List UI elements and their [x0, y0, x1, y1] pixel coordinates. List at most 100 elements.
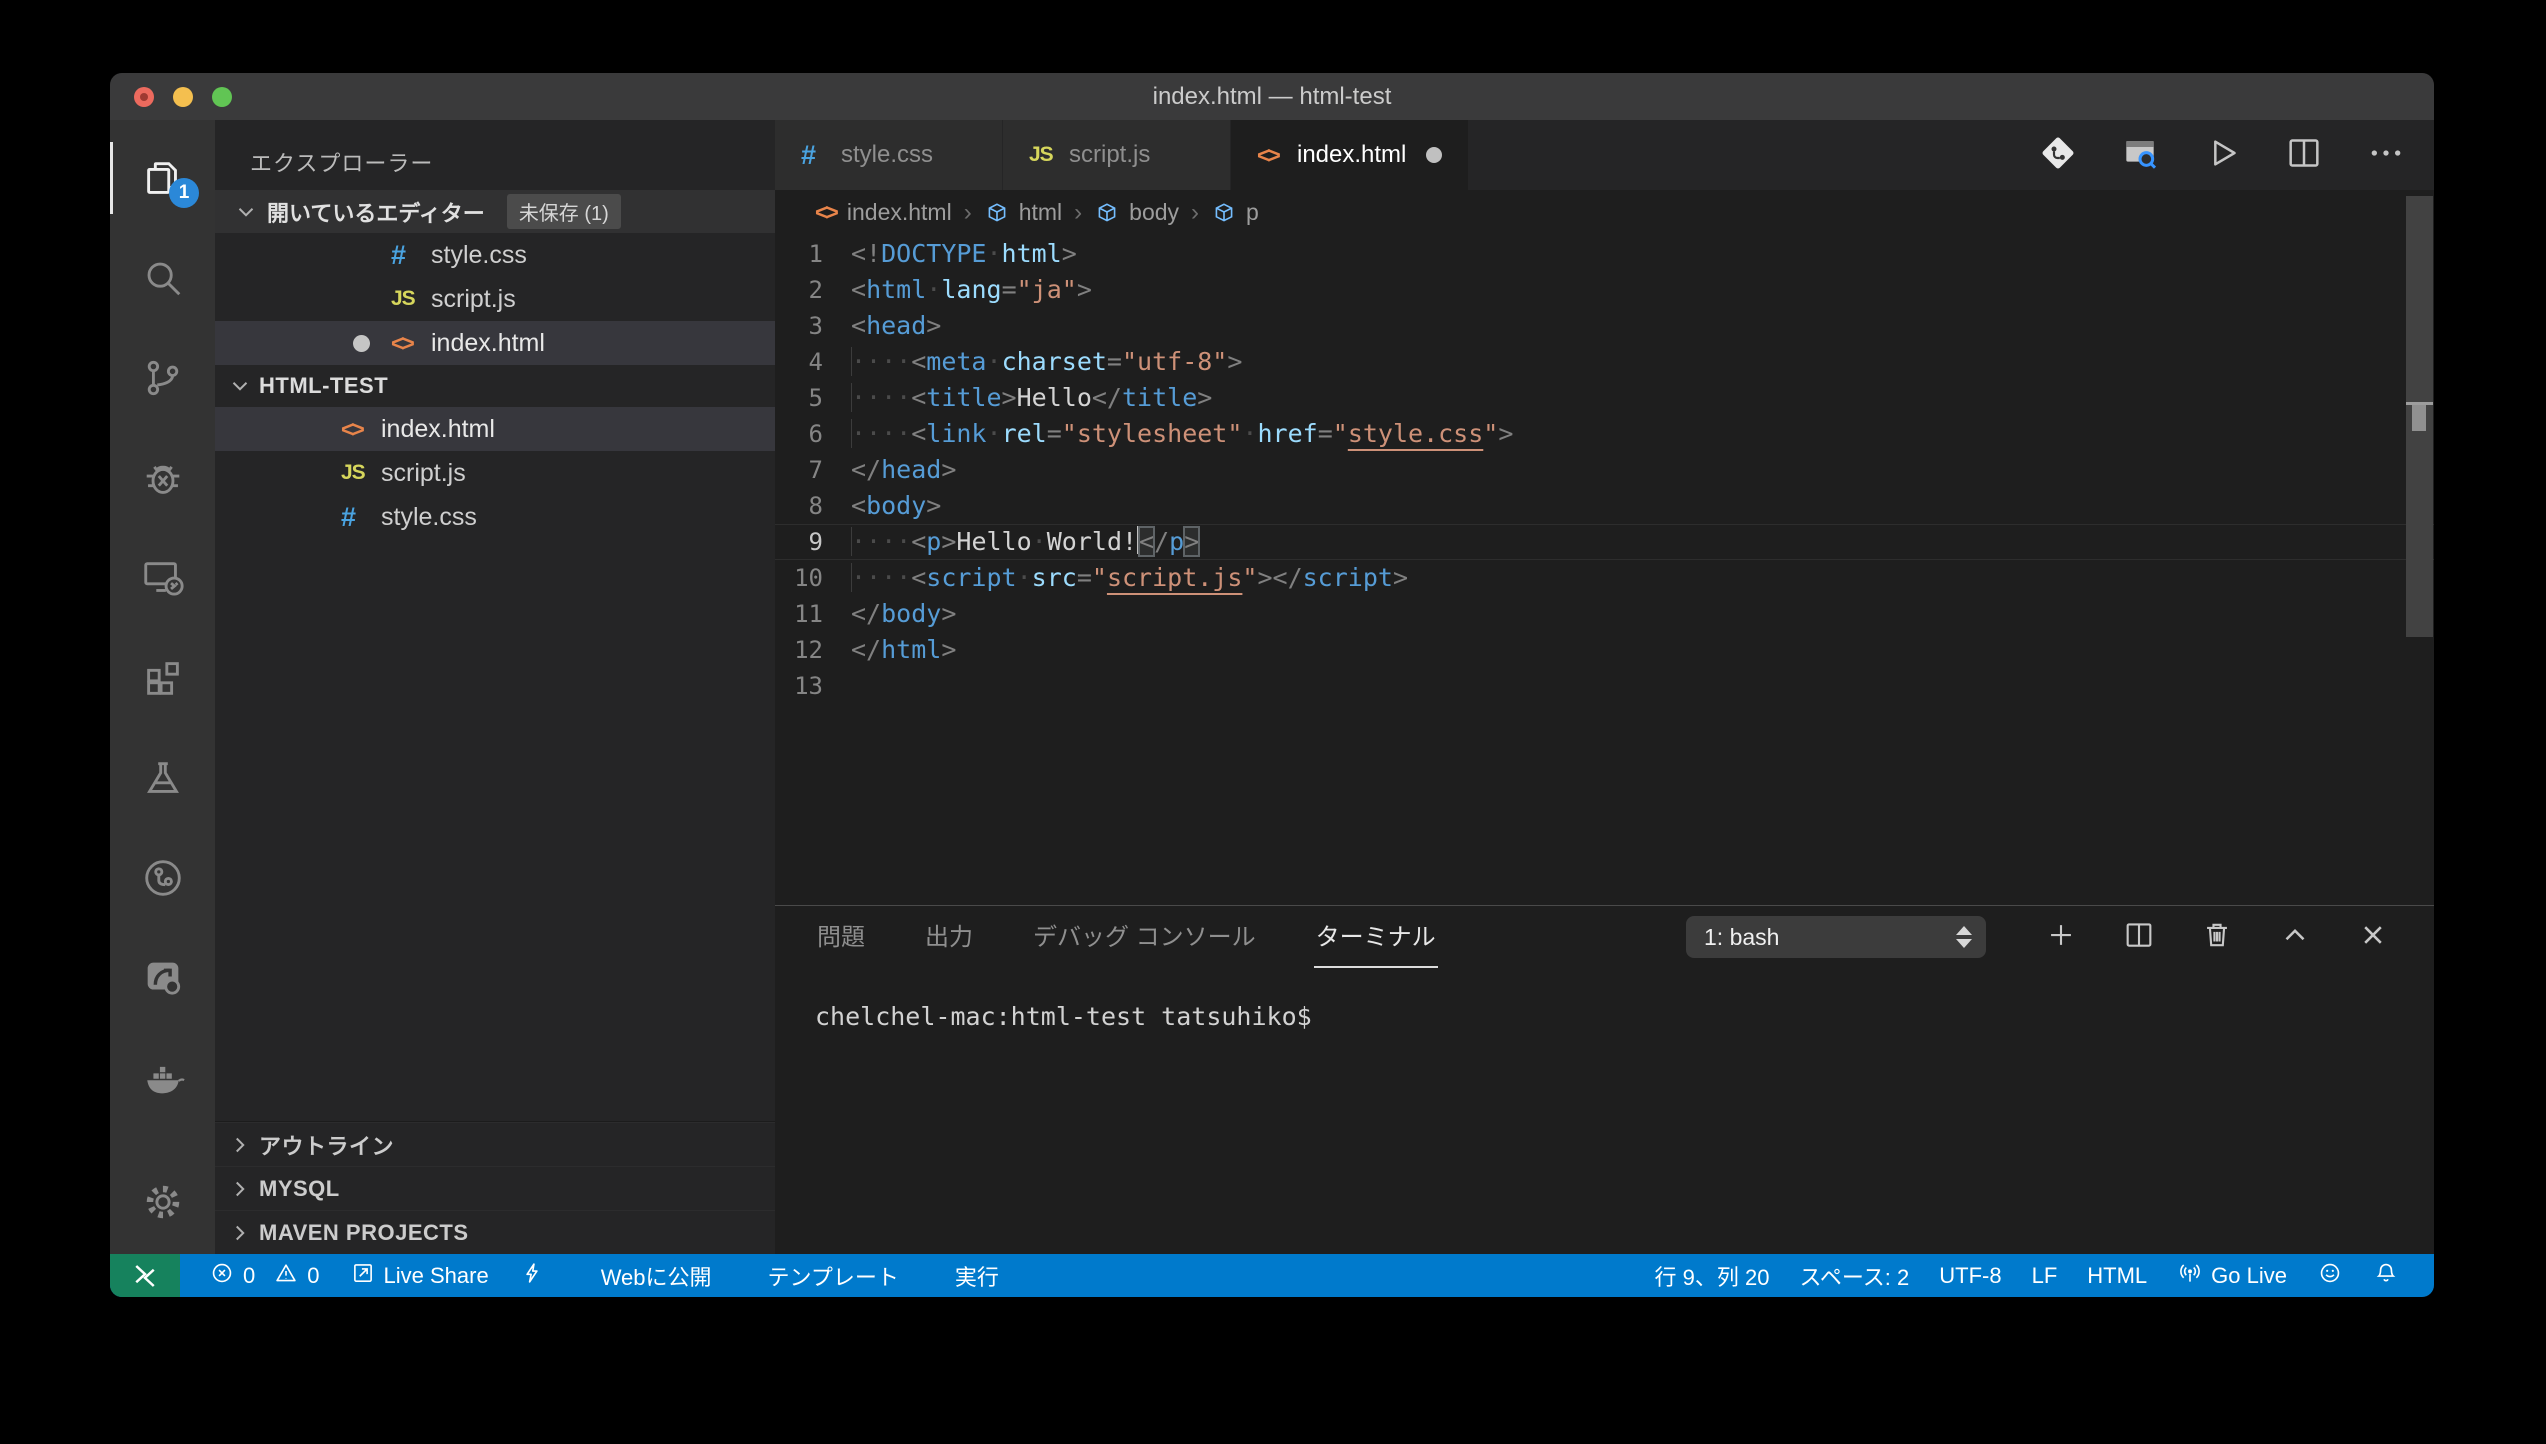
- status-label: Webに公開: [601, 1260, 712, 1292]
- git-compare-icon[interactable]: [2038, 133, 2078, 178]
- open-editor-item-index.html[interactable]: <>index.html: [215, 321, 775, 365]
- explorer-activity-icon[interactable]: 1: [110, 128, 215, 228]
- breadcrumb-item-html[interactable]: html: [984, 199, 1062, 226]
- open-editor-item-style.css[interactable]: #style.css: [215, 233, 775, 277]
- search-activity-icon[interactable]: [110, 228, 215, 328]
- new-terminal-icon[interactable]: [2044, 918, 2078, 957]
- html-file-icon: <>: [815, 199, 836, 226]
- css-file-icon: #: [341, 502, 381, 533]
- status-label: テンプレート: [768, 1260, 899, 1292]
- panel-tab-デバッグ コンソール[interactable]: デバッグ コンソール: [1031, 917, 1258, 968]
- debug-activity-icon[interactable]: [110, 428, 215, 528]
- file-name: style.css: [431, 241, 527, 270]
- status-label: スペース: 2: [1799, 1260, 1909, 1292]
- sidebar-title: エクスプローラー: [215, 120, 775, 190]
- breadcrumb-item-p[interactable]: p: [1211, 199, 1259, 226]
- line-number: 12: [775, 632, 851, 668]
- code-editor[interactable]: 1<!DOCTYPE·html>2<html·lang="ja">3<head>…: [775, 235, 2434, 905]
- html-file-icon: <>: [391, 330, 431, 357]
- js-file-icon: JS: [391, 287, 431, 311]
- sidebar-section-MAVEN PROJECTS[interactable]: MAVEN PROJECTS: [215, 1210, 775, 1254]
- file-name: index.html: [381, 415, 495, 444]
- publish-web-status[interactable]: Webに公開: [586, 1254, 727, 1297]
- kill-terminal-icon[interactable]: [2200, 918, 2234, 957]
- split-editor-icon[interactable]: [2284, 133, 2324, 178]
- breadcrumb-label: html: [1019, 199, 1062, 226]
- line-number: 1: [775, 236, 851, 272]
- file-item-script.js[interactable]: JSscript.js: [215, 451, 775, 495]
- chevron-down-icon: [233, 199, 259, 225]
- cursor-position[interactable]: 行 9、列 20: [1640, 1254, 1785, 1297]
- window-controls: [134, 73, 232, 120]
- run-status[interactable]: 実行: [940, 1254, 1014, 1297]
- terminal-output[interactable]: chelchel-mac:html-test tatsuhiko$: [775, 968, 2434, 1031]
- breadcrumb-label: body: [1129, 199, 1179, 226]
- tab-index.html[interactable]: <>index.html: [1231, 120, 1469, 190]
- folder-header[interactable]: HTML-TEST: [215, 365, 775, 407]
- dirty-dot: [353, 335, 391, 352]
- close-panel-icon[interactable]: [2356, 918, 2390, 957]
- live-share-activity-icon[interactable]: [110, 928, 215, 1028]
- file-name: style.css: [381, 503, 477, 532]
- chevron-right-icon: [227, 1220, 253, 1246]
- sidebar-section-アウトライン[interactable]: アウトライン: [215, 1122, 775, 1166]
- docker-activity-icon[interactable]: [110, 1028, 215, 1128]
- run-icon[interactable]: [2202, 133, 2242, 178]
- section-label: アウトライン: [259, 1129, 394, 1161]
- breadcrumb-item-body[interactable]: body: [1094, 199, 1179, 226]
- tab-bar: #style.cssJSscript.js<>index.html: [775, 120, 2434, 190]
- title-bar[interactable]: index.html — html-test: [110, 73, 2434, 120]
- source-control-activity-icon[interactable]: [110, 328, 215, 428]
- eol[interactable]: LF: [2017, 1254, 2073, 1297]
- file-item-index.html[interactable]: <>index.html: [215, 407, 775, 451]
- close-window-button[interactable]: [134, 87, 154, 107]
- live-share-status[interactable]: Live Share: [335, 1254, 504, 1297]
- panel-tab-ターミナル[interactable]: ターミナル: [1314, 917, 1438, 968]
- dirty-dot[interactable]: [1426, 147, 1442, 163]
- gitlens-activity-icon[interactable]: [110, 828, 215, 928]
- minimize-window-button[interactable]: [173, 87, 193, 107]
- indentation[interactable]: スペース: 2: [1784, 1254, 1924, 1297]
- breadcrumb-item-index.html[interactable]: <>index.html: [815, 199, 952, 226]
- editor-actions: [2038, 120, 2406, 190]
- panel-tab-問題[interactable]: 問題: [815, 917, 867, 968]
- template-status[interactable]: テンプレート: [753, 1254, 914, 1297]
- panel-tab-出力[interactable]: 出力: [923, 917, 975, 968]
- breadcrumb[interactable]: <>index.html›html›body›p: [775, 190, 2434, 235]
- breadcrumb-separator: ›: [1191, 199, 1199, 227]
- tab-style.css[interactable]: #style.css: [775, 120, 1003, 190]
- language-mode[interactable]: HTML: [2072, 1254, 2162, 1297]
- more-actions-icon[interactable]: [2366, 133, 2406, 178]
- tab-label: style.css: [841, 141, 933, 169]
- remote-explorer-activity-icon[interactable]: [110, 528, 215, 628]
- feedback-smiley[interactable]: [2302, 1254, 2358, 1297]
- file-item-style.css[interactable]: #style.css: [215, 495, 775, 539]
- sidebar-section-MYSQL[interactable]: MYSQL: [215, 1166, 775, 1210]
- open-editors-header[interactable]: 開いているエディター 未保存 (1): [215, 190, 775, 233]
- encoding[interactable]: UTF-8: [1924, 1254, 2016, 1297]
- terminal-select[interactable]: 1: bash: [1686, 916, 1986, 958]
- html-file-icon: <>: [341, 416, 381, 443]
- notifications-bell[interactable]: [2358, 1254, 2414, 1297]
- open-editor-item-script.js[interactable]: JSscript.js: [215, 277, 775, 321]
- sidebar-bottom-sections: アウトライン MYSQLMAVEN PROJECTS: [215, 1121, 775, 1254]
- zoom-window-button[interactable]: [212, 87, 232, 107]
- tab-script.js[interactable]: JSscript.js: [1003, 120, 1231, 190]
- problems-indicator[interactable]: 00: [194, 1254, 335, 1297]
- tab-label: index.html: [1297, 141, 1406, 169]
- extensions-activity-icon[interactable]: [110, 628, 215, 728]
- go-live[interactable]: Go Live: [2162, 1254, 2302, 1297]
- remote-indicator[interactable]: [110, 1254, 180, 1297]
- explorer-badge: 1: [169, 178, 199, 208]
- bottom-panel: 問題 出力 デバッグ コンソール ターミナル 1: bash chelchel-mac…: [775, 905, 2434, 1254]
- settings-gear-icon[interactable]: [110, 1152, 215, 1252]
- maximize-panel-icon[interactable]: [2278, 918, 2312, 957]
- bolt-status[interactable]: [504, 1254, 560, 1297]
- editor-scrollbar[interactable]: [2406, 196, 2433, 637]
- test-activity-icon[interactable]: [110, 728, 215, 828]
- css-file-icon: #: [391, 240, 431, 271]
- file-name: index.html: [431, 329, 545, 358]
- open-preview-icon[interactable]: [2120, 133, 2160, 178]
- status-label: 行 9、列 20: [1655, 1260, 1770, 1292]
- split-terminal-icon[interactable]: [2122, 918, 2156, 957]
